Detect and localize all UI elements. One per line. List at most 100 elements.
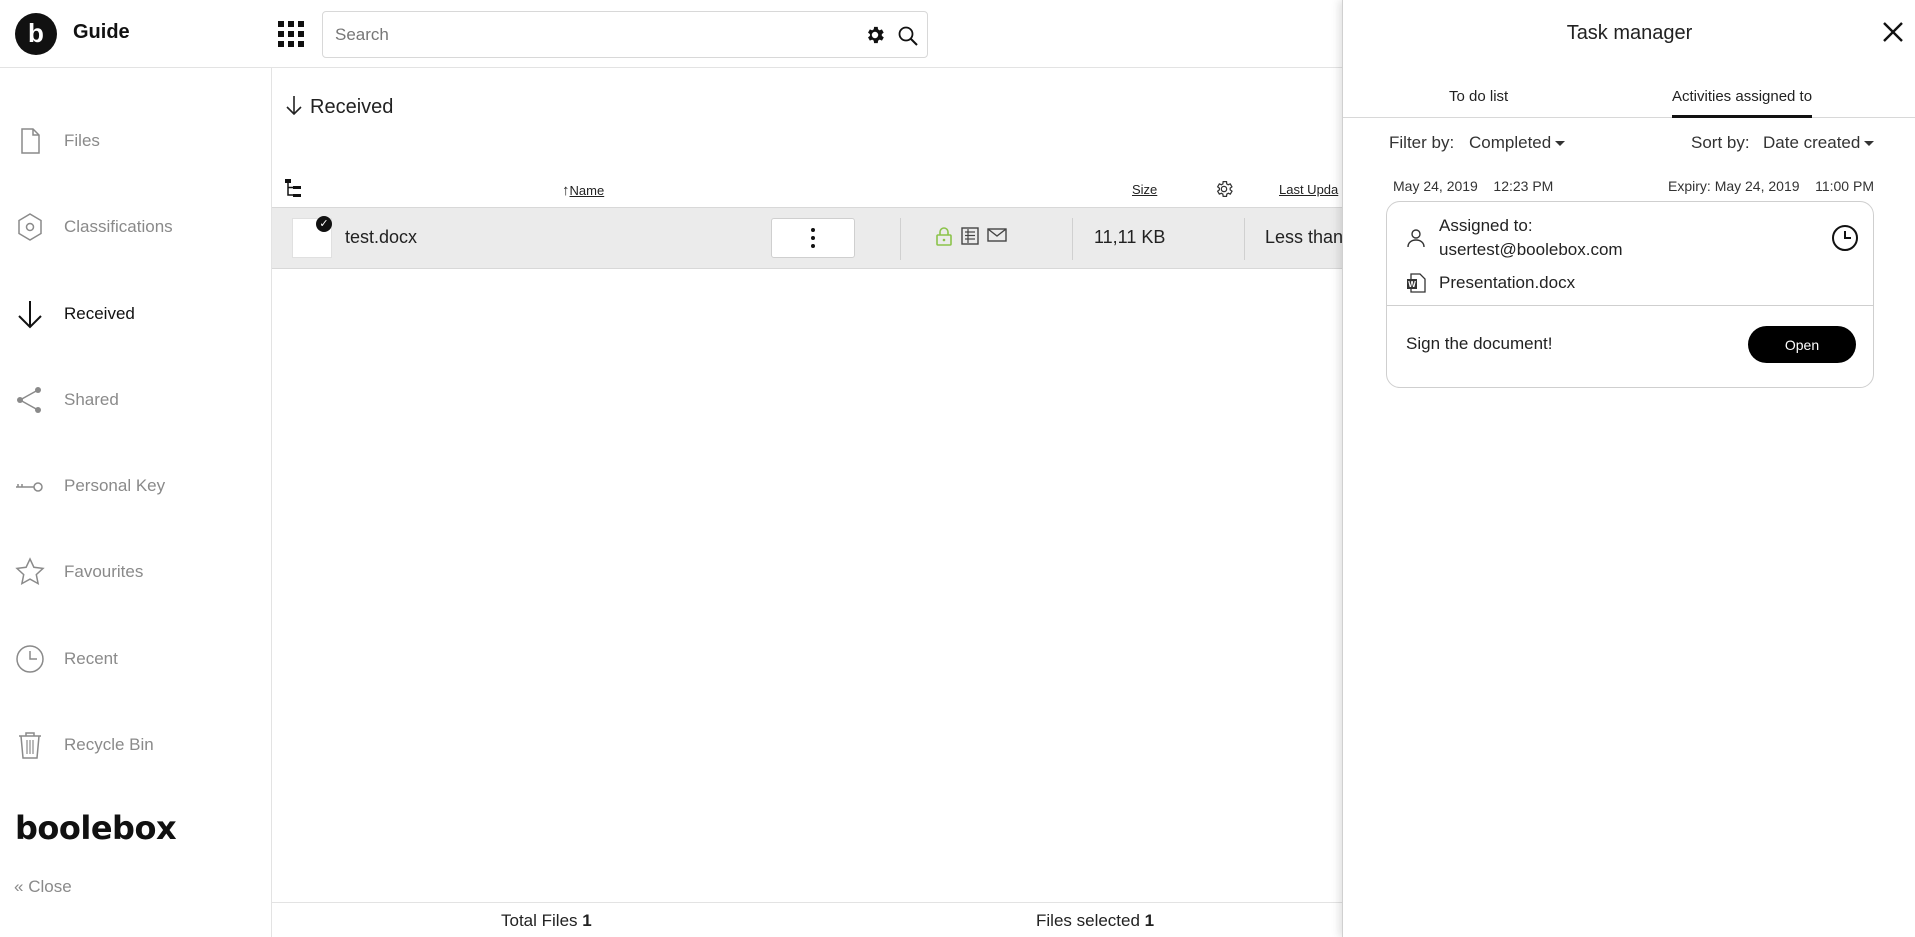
page-title: Received <box>284 94 393 119</box>
apps-grid-icon[interactable] <box>278 21 304 47</box>
task-tabs: To do list Activities assigned to <box>1343 68 1915 118</box>
filter-label: Filter by: <box>1389 133 1455 152</box>
task-manager-panel: Task manager To do list Activities assig… <box>1342 0 1915 937</box>
sidebar-item-recent[interactable]: Recent <box>0 629 271 689</box>
search-settings-gear-icon[interactable] <box>864 24 886 46</box>
column-header-name[interactable]: ↑Name <box>562 182 604 199</box>
search-input[interactable] <box>335 22 835 48</box>
row-more-menu-button[interactable] <box>771 218 855 258</box>
arrow-down-icon <box>286 96 302 116</box>
assigned-email: usertest@boolebox.com <box>1439 240 1623 259</box>
tree-view-icon[interactable] <box>284 178 304 200</box>
total-files-count: 1 <box>582 911 592 930</box>
file-name[interactable]: test.docx <box>345 227 417 248</box>
files-selected: Files selected 1 <box>1036 911 1154 931</box>
file-size: 11,11 KB <box>1094 227 1166 247</box>
expiry-label: Expiry: <box>1668 178 1711 194</box>
column-header-name-label: Name <box>569 183 605 198</box>
search-box <box>322 11 928 58</box>
status-footer: Total Files 1 Files selected 1 <box>272 902 1342 937</box>
divider <box>1072 218 1073 260</box>
sort-dropdown[interactable]: Date created <box>1763 133 1875 153</box>
sidebar-item-recycle-bin[interactable]: Recycle Bin <box>0 715 271 775</box>
clock-icon[interactable] <box>1831 224 1859 252</box>
sidebar-item-label: Classifications <box>64 217 173 236</box>
sidebar-item-label: Shared <box>64 390 119 409</box>
sort-dropdown-value: Date created <box>1763 133 1861 152</box>
sort-ascending-icon: ↑ <box>562 182 570 199</box>
sidebar-item-received[interactable]: Received <box>0 284 271 344</box>
sidebar-item-label: Personal Key <box>64 476 166 495</box>
assigned-to-label: Assigned to: <box>1439 216 1533 235</box>
user-icon <box>1407 229 1425 248</box>
column-header-size[interactable]: Size <box>1132 182 1157 197</box>
column-settings-gear-icon[interactable] <box>1214 179 1234 199</box>
svg-text:W: W <box>1408 280 1416 289</box>
double-chevron-left-icon: « <box>14 877 24 896</box>
tab-activities-assigned-to[interactable]: Activities assigned to <box>1672 88 1813 118</box>
task-created-date: May 24, 2019 12:23 PM <box>1393 178 1553 194</box>
sidebar-item-classifications[interactable]: Classifications <box>0 197 271 257</box>
sort-label: Sort by: <box>1691 133 1750 152</box>
assigned-to: Assigned to: usertest@boolebox.com <box>1439 214 1623 262</box>
column-header-last-updated[interactable]: Last Upda <box>1279 182 1338 197</box>
total-files: Total Files 1 <box>501 911 592 931</box>
star-icon <box>15 557 45 586</box>
task-expiry: Expiry: May 24, 2019 11:00 PM <box>1668 178 1874 194</box>
sidebar-item-label: Recent <box>64 649 118 668</box>
sidebar-item-label: Favourites <box>64 562 144 581</box>
total-files-label: Total Files <box>501 911 578 930</box>
arrow-down-icon <box>18 301 42 329</box>
sidebar-item-label: Files <box>64 131 100 150</box>
trash-icon <box>19 732 41 759</box>
task-card: Assigned to: usertest@boolebox.com W Pre… <box>1386 201 1874 388</box>
clock-icon <box>16 645 44 673</box>
key-icon <box>16 482 43 492</box>
sidebar-item-personal-key[interactable]: Personal Key <box>0 456 271 516</box>
table-row[interactable]: ✓ test.docx 11,11 KB Less than <box>272 207 1344 269</box>
app-title: Guide <box>73 21 130 43</box>
selected-check-icon[interactable]: ✓ <box>316 216 332 232</box>
open-task-button[interactable]: Open <box>1748 326 1856 363</box>
caret-down-icon <box>1864 141 1875 147</box>
file-status-icons <box>935 226 1007 248</box>
expiry-date: May 24, 2019 <box>1714 178 1800 194</box>
sidebar-item-shared[interactable]: Shared <box>0 370 271 430</box>
more-vertical-icon <box>810 228 816 250</box>
share-icon <box>17 387 41 413</box>
sidebar-item-label: Recycle Bin <box>64 735 154 754</box>
filter-dropdown[interactable]: Completed <box>1469 133 1566 153</box>
task-card-header: Assigned to: usertest@boolebox.com W Pre… <box>1387 202 1873 306</box>
close-sidebar-label: Close <box>28 877 72 896</box>
close-sidebar-button[interactable]: « Close <box>14 877 72 897</box>
lock-icon[interactable] <box>935 226 953 246</box>
task-document-name[interactable]: Presentation.docx <box>1439 273 1575 293</box>
mail-icon[interactable] <box>987 226 1007 244</box>
panel-title: Task manager <box>1566 22 1693 44</box>
close-icon[interactable] <box>1880 19 1906 45</box>
document-list-icon[interactable] <box>960 226 980 246</box>
app-logo[interactable]: b <box>15 13 57 55</box>
file-icon <box>21 128 40 154</box>
caret-down-icon <box>1555 141 1566 147</box>
sidebar: Files Classifications Received Shared Pe… <box>0 68 272 937</box>
main-content: Received ↑Name Size Last Upda ✓ test.doc… <box>272 68 1344 937</box>
sidebar-item-favourites[interactable]: Favourites <box>0 542 271 602</box>
task-message: Sign the document! <box>1406 334 1553 353</box>
tab-to-do-list[interactable]: To do list <box>1449 88 1508 118</box>
brand-logo: boolebox <box>15 809 177 847</box>
page-title-text: Received <box>310 96 394 118</box>
divider <box>1244 218 1245 260</box>
sidebar-item-label: Received <box>64 304 135 323</box>
sidebar-item-files[interactable]: Files <box>0 111 271 171</box>
expiry-time: 11:00 PM <box>1815 178 1874 194</box>
files-selected-label: Files selected <box>1036 911 1140 930</box>
search-icon[interactable] <box>896 24 920 48</box>
hexagon-icon <box>18 213 42 241</box>
files-selected-count: 1 <box>1144 911 1155 930</box>
file-last-updated: Less than <box>1265 227 1344 247</box>
word-document-icon: W <box>1407 273 1426 293</box>
divider <box>900 218 901 260</box>
created-date: May 24, 2019 <box>1393 178 1478 194</box>
created-time: 12:23 PM <box>1493 178 1554 194</box>
